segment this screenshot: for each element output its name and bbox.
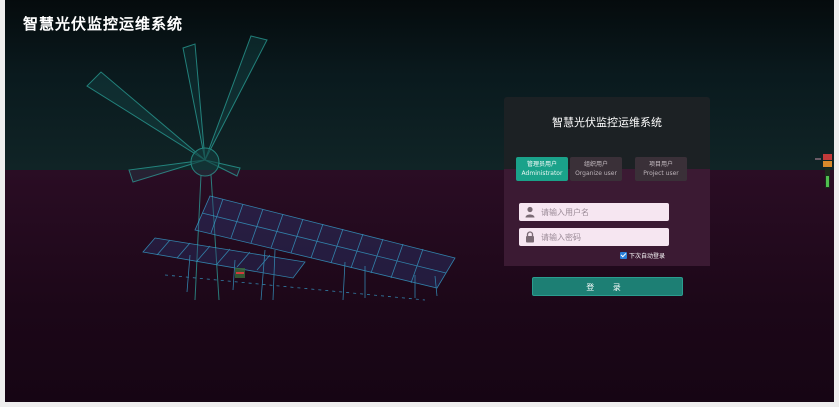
tab-administrator[interactable]: 管理员用户 Administrator — [516, 157, 568, 181]
username-input[interactable] — [541, 204, 665, 220]
app-title: 智慧光伏监控运维系统 — [23, 15, 184, 33]
login-page: 智慧光伏监控运维系统 智慧光伏监控运维系统 管理员用户 Administrato… — [5, 0, 834, 402]
password-field[interactable] — [519, 228, 669, 246]
tab-sublabel: Project user — [643, 170, 679, 177]
side-status-widget — [815, 154, 832, 188]
checkbox-icon[interactable] — [620, 252, 627, 259]
solar-panel-illustration — [142, 195, 456, 301]
tab-sublabel: Administrator — [521, 170, 563, 177]
tab-sublabel: Organize user — [575, 170, 617, 177]
remember-me-label: 下次自动登录 — [629, 253, 666, 260]
login-button[interactable]: 登 录 — [532, 277, 683, 296]
tab-organize-user[interactable]: 组织用户 Organize user — [570, 157, 622, 181]
tab-label: 项目用户 — [648, 161, 673, 168]
user-icon — [525, 206, 535, 218]
tab-label: 组织用户 — [583, 161, 608, 168]
tab-label: 管理员用户 — [526, 161, 557, 168]
username-field[interactable] — [519, 203, 669, 221]
tab-project-user[interactable]: 项目用户 Project user — [635, 157, 687, 181]
lock-icon — [526, 231, 534, 243]
password-input[interactable] — [541, 229, 665, 245]
remember-me[interactable]: 下次自动登录 — [620, 251, 665, 260]
login-title: 智慧光伏监控运维系统 — [552, 116, 662, 129]
